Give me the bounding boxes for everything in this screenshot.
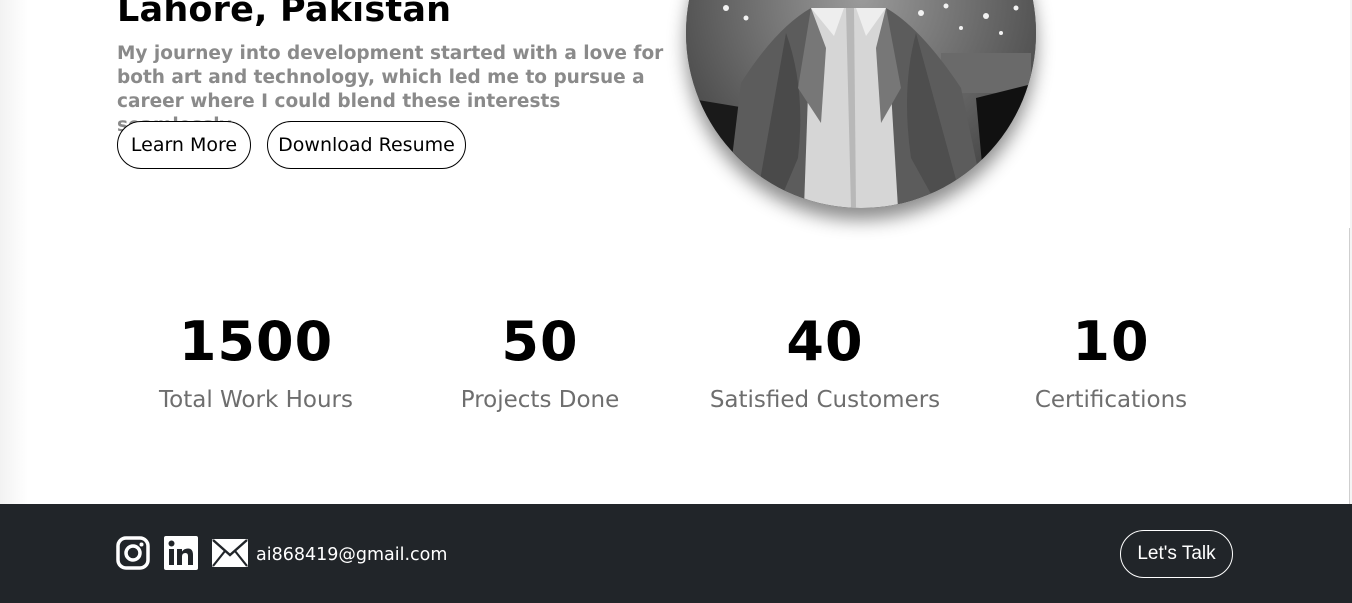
learn-more-button[interactable]: Learn More — [117, 121, 251, 169]
stat-label: Satisfied Customers — [709, 387, 941, 413]
edge-shadow — [0, 0, 28, 504]
stat-satisfied-customers: 40 Satisfied Customers — [707, 310, 943, 415]
stat-value: 50 — [501, 310, 579, 373]
lets-talk-button[interactable]: Let's Talk — [1120, 530, 1233, 578]
stat-label: Projects Done — [460, 387, 620, 413]
stat-total-work-hours: 1500 Total Work Hours — [146, 310, 366, 415]
divider — [1349, 228, 1350, 504]
page: Lahore, Pakistan My journey into develop… — [0, 0, 1352, 603]
mail-icon[interactable] — [211, 533, 249, 573]
linkedin-icon[interactable] — [163, 533, 199, 573]
footer-email[interactable]: ai868419@gmail.com — [256, 543, 447, 567]
stat-value: 40 — [786, 310, 864, 373]
stat-label: Certifications — [1034, 387, 1188, 413]
stat-label: Total Work Hours — [159, 387, 353, 413]
hero-location-title: Lahore, Pakistan — [117, 0, 452, 30]
profile-photo — [686, 0, 1036, 208]
stat-value: 10 — [1072, 310, 1150, 373]
stat-value: 1500 — [178, 310, 334, 373]
instagram-icon[interactable] — [115, 533, 151, 573]
stat-certifications: 10 Certifications — [1001, 310, 1221, 415]
stat-projects-done: 50 Projects Done — [430, 310, 650, 415]
download-resume-button[interactable]: Download Resume — [267, 121, 466, 169]
